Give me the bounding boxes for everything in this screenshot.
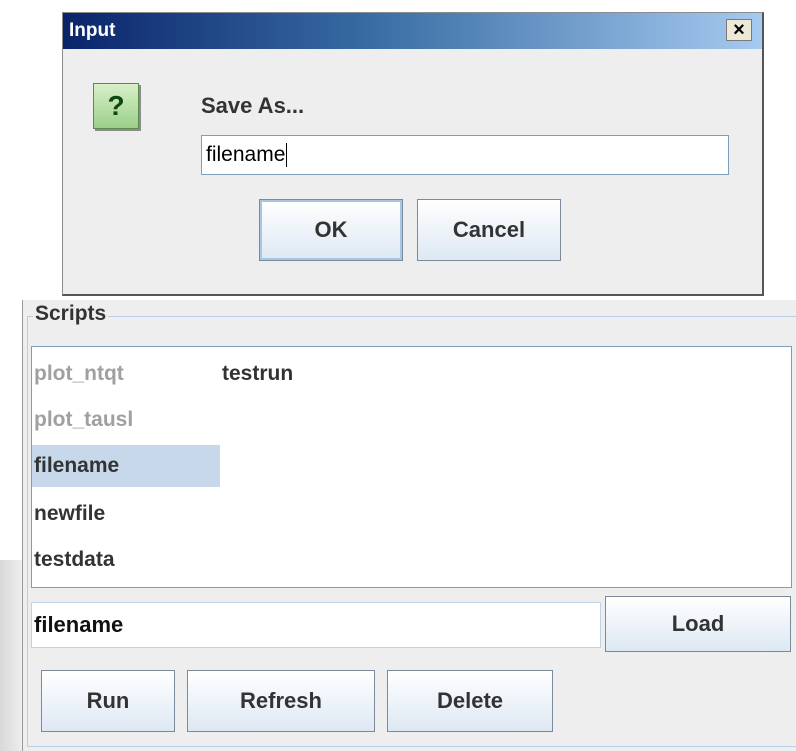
dialog-titlebar[interactable]: Input ×: [63, 13, 762, 49]
filename-input-value: filename: [206, 143, 286, 166]
list-item-newfile[interactable]: newfile: [32, 493, 218, 535]
run-button[interactable]: Run: [41, 670, 175, 732]
ok-button[interactable]: OK: [259, 199, 403, 261]
refresh-button[interactable]: Refresh: [187, 670, 375, 732]
delete-button[interactable]: Delete: [387, 670, 553, 732]
cancel-button[interactable]: Cancel: [417, 199, 561, 261]
text-caret: [286, 143, 288, 168]
dialog-prompt: Save As...: [201, 93, 305, 118]
scripts-panel: Scripts plot_ntqt plot_tausl filename ne…: [22, 300, 796, 751]
scripts-list[interactable]: plot_ntqt plot_tausl filename newfile te…: [31, 346, 792, 588]
filename-input[interactable]: filename: [201, 135, 729, 175]
list-item-filename[interactable]: filename: [32, 445, 220, 487]
dialog-title: Input: [69, 20, 116, 41]
scripts-group-title: Scripts: [33, 302, 109, 326]
question-icon: ?: [93, 83, 139, 129]
list-item-plot-ntqt[interactable]: plot_ntqt: [32, 353, 218, 395]
load-button[interactable]: Load: [605, 596, 791, 652]
list-item-plot-tausl[interactable]: plot_tausl: [32, 399, 218, 441]
list-item-testdata[interactable]: testdata: [32, 539, 218, 581]
list-item-testrun[interactable]: testrun: [220, 353, 420, 395]
input-dialog: Input × ? Save As... filename OK Cancel: [62, 12, 764, 296]
script-name-field[interactable]: filename: [31, 602, 601, 648]
close-icon[interactable]: ×: [726, 19, 752, 41]
